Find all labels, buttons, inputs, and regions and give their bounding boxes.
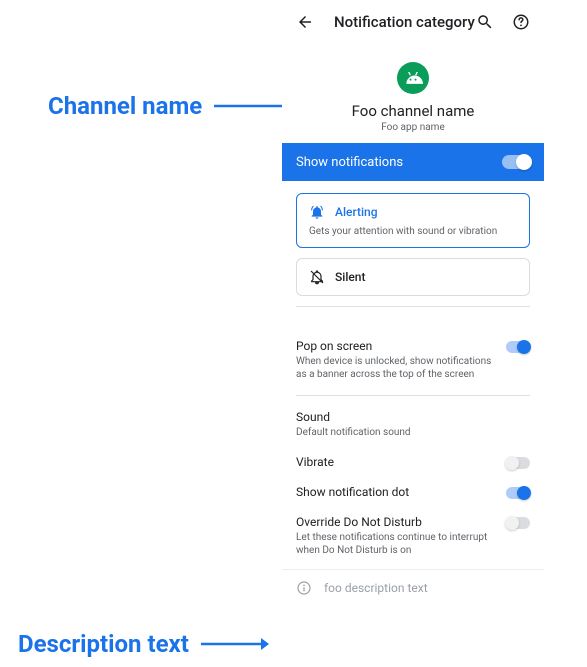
show-notifications-row[interactable]: Show notifications [282, 143, 544, 181]
divider [296, 395, 530, 396]
behavior-options: Alerting Gets your attention with sound … [282, 193, 544, 331]
setting-title: Sound [296, 410, 520, 424]
option-silent-label: Silent [335, 270, 366, 284]
setting-show-dot[interactable]: Show notification dot [296, 477, 530, 507]
setting-sound[interactable]: Sound Default notification sound [296, 402, 530, 447]
annotation-description-text: Description text [18, 630, 269, 658]
description-text: foo description text [324, 581, 428, 595]
setting-pop-on-screen[interactable]: Pop on screen When device is unlocked, s… [296, 331, 530, 389]
annotation-label: Channel name [48, 92, 202, 120]
channel-name: Foo channel name [282, 102, 544, 120]
option-silent[interactable]: Silent [296, 258, 530, 296]
show-notifications-switch[interactable] [502, 155, 530, 169]
divider [296, 306, 530, 307]
arrow-right-icon [214, 98, 292, 114]
bell-off-icon [309, 269, 325, 285]
setting-title: Show notification dot [296, 485, 496, 499]
back-icon[interactable] [296, 13, 314, 31]
annotation-channel-name: Channel name [48, 92, 292, 120]
setting-vibrate[interactable]: Vibrate [296, 447, 530, 477]
app-icon-container [282, 62, 544, 94]
android-icon [403, 72, 423, 84]
setting-title: Override Do Not Disturb [296, 515, 496, 529]
arrow-right-icon [201, 636, 269, 652]
setting-sub: Default notification sound [296, 426, 520, 439]
option-alerting-label: Alerting [335, 205, 378, 219]
page-title: Notification category [334, 13, 476, 31]
vibrate-switch[interactable] [506, 457, 530, 469]
info-icon [296, 580, 312, 596]
description-row: foo description text [282, 569, 544, 606]
help-icon[interactable] [512, 13, 530, 31]
pop-on-screen-switch[interactable] [506, 341, 530, 353]
setting-title: Vibrate [296, 455, 496, 469]
setting-sub: When device is unlocked, show notificati… [296, 355, 496, 381]
annotation-label: Description text [18, 630, 189, 658]
app-icon [397, 62, 429, 94]
bell-ring-icon [309, 204, 325, 220]
app-bar: Notification category [282, 0, 544, 44]
setting-override-dnd[interactable]: Override Do Not Disturb Let these notifi… [296, 507, 530, 565]
setting-title: Pop on screen [296, 339, 496, 353]
option-alerting[interactable]: Alerting Gets your attention with sound … [296, 193, 530, 248]
show-notifications-label: Show notifications [296, 155, 502, 170]
settings-list: Pop on screen When device is unlocked, s… [282, 331, 544, 565]
app-name: Foo app name [282, 122, 544, 133]
show-dot-switch[interactable] [506, 487, 530, 499]
phone-frame: Notification category Foo channel name F… [282, 0, 544, 667]
override-dnd-switch[interactable] [506, 517, 530, 529]
search-icon[interactable] [476, 13, 494, 31]
setting-sub: Let these notifications continue to inte… [296, 531, 496, 557]
option-alerting-sub: Gets your attention with sound or vibrat… [309, 226, 517, 237]
